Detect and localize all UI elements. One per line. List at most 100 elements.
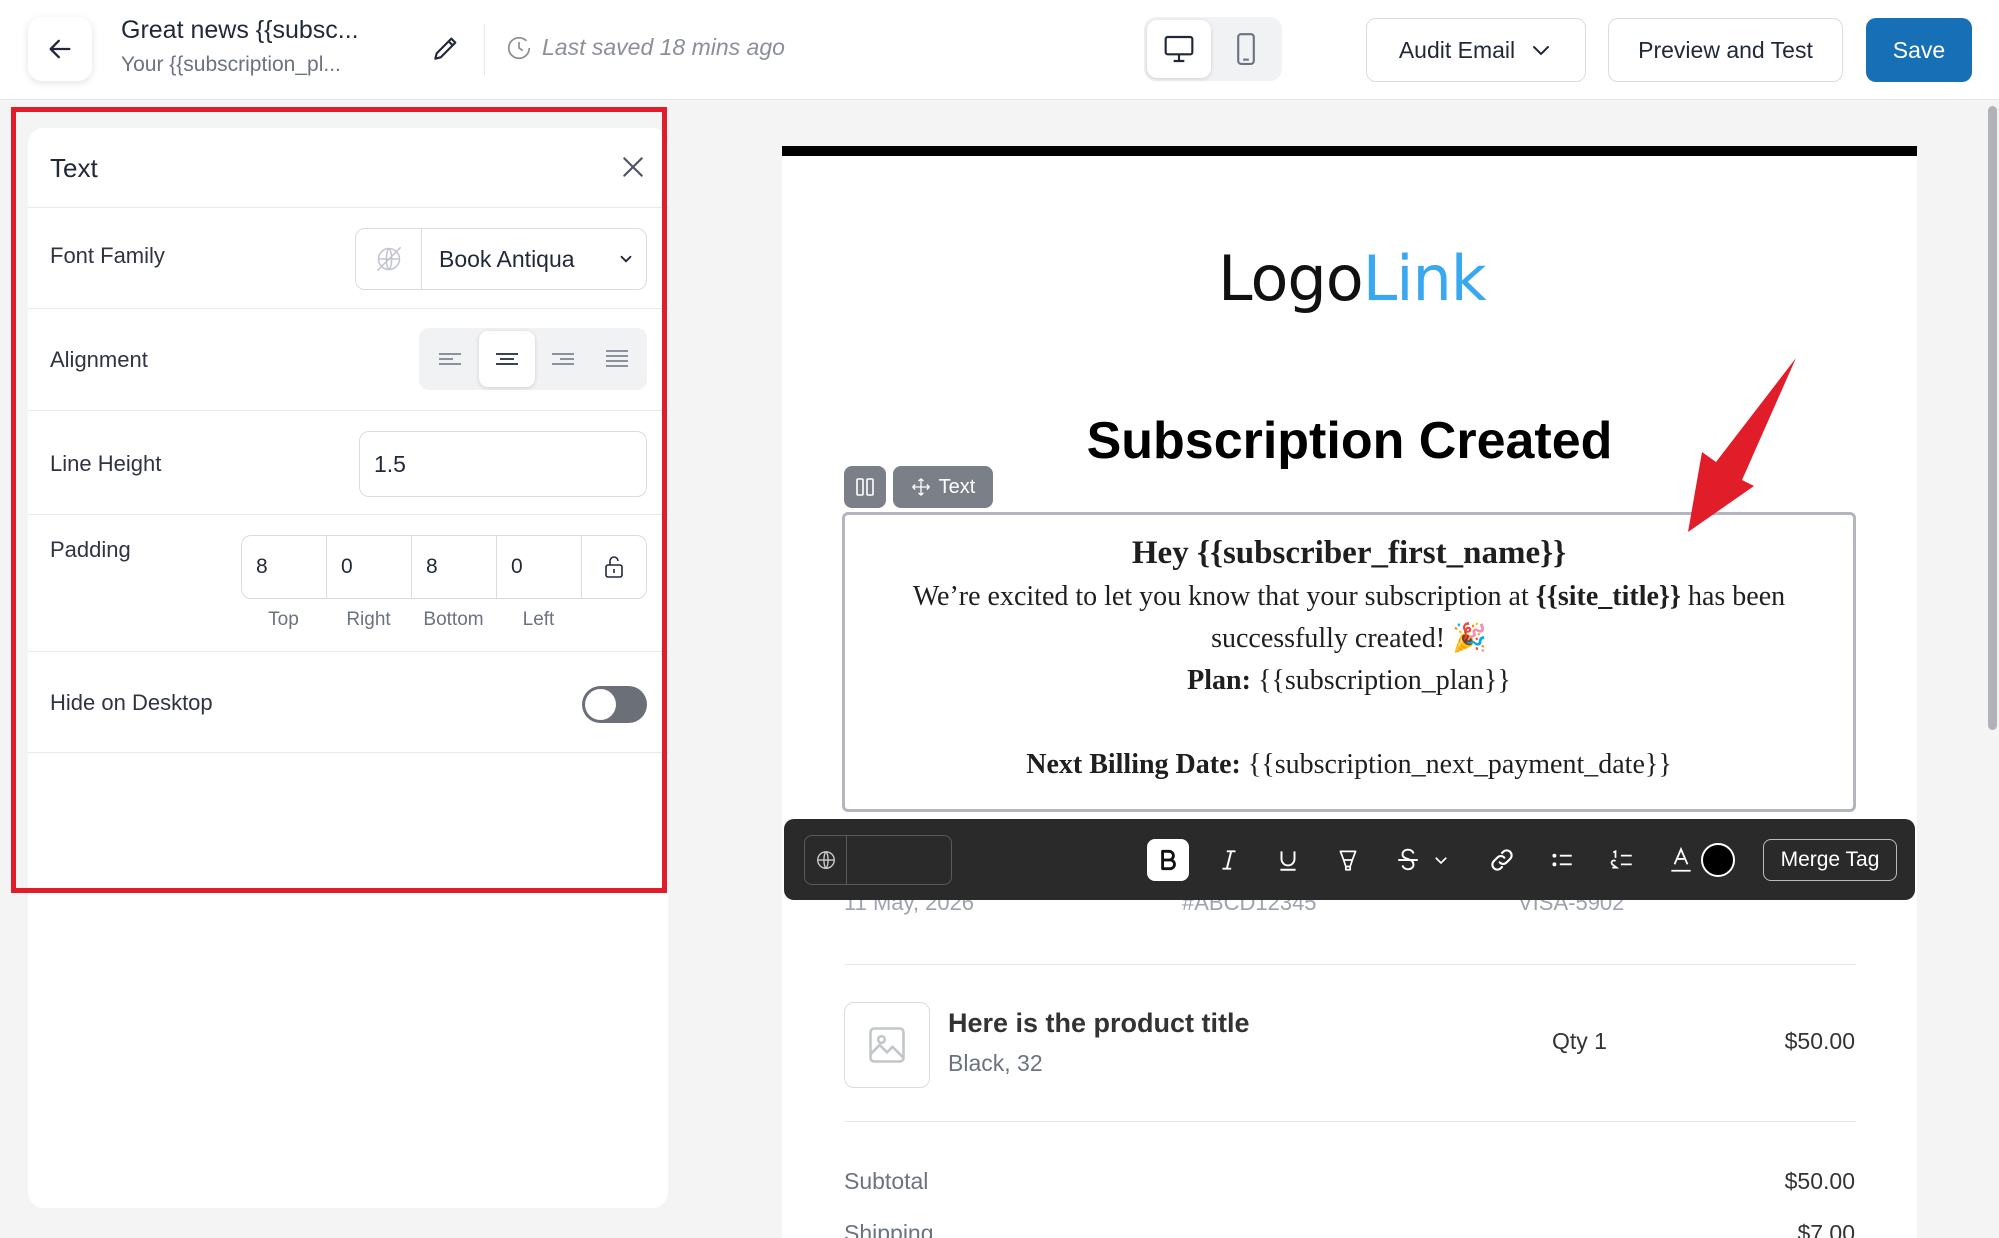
- alignment-label: Alignment: [50, 347, 148, 372]
- merge-tag-button[interactable]: Merge Tag: [1763, 839, 1897, 881]
- top-bar: Great news {{subsc... Your {{subscriptio…: [0, 0, 1999, 100]
- align-left-icon: [439, 353, 461, 365]
- audit-email-button[interactable]: Audit Email: [1366, 18, 1586, 82]
- email-preheader: Your {{subscription_pl...: [121, 53, 341, 76]
- color-swatch[interactable]: [1701, 843, 1735, 877]
- toggle-knob: [585, 689, 616, 720]
- padding-right-label: Right: [346, 609, 391, 630]
- align-center-icon: [496, 353, 518, 365]
- unlock-icon: [605, 556, 623, 578]
- product-title: Here is the product title: [948, 1008, 1250, 1038]
- globe-icon: [356, 229, 422, 289]
- email-subject: Great news {{subsc...: [121, 16, 359, 44]
- toolbar-font-select[interactable]: [804, 835, 952, 885]
- save-button[interactable]: Save: [1866, 18, 1972, 82]
- chevron-down-icon: [1533, 46, 1550, 56]
- back-button[interactable]: [28, 17, 92, 81]
- highlighter-icon: [1339, 850, 1357, 871]
- hide-desktop-label: Hide on Desktop: [50, 690, 213, 715]
- divider: [844, 1121, 1856, 1122]
- columns-icon: [856, 478, 874, 496]
- underline-icon: [1280, 851, 1296, 871]
- logo: LogoLink: [1218, 242, 1487, 315]
- line-height-label: Line Height: [50, 451, 162, 476]
- padding-labels: Top Right Bottom Left: [241, 609, 581, 631]
- scrollbar-thumb[interactable]: [1988, 106, 1997, 730]
- arrow-left-icon: [49, 39, 71, 59]
- panel-title: Text: [50, 153, 98, 183]
- shipping-label: Shipping: [844, 1220, 934, 1238]
- mobile-view-button[interactable]: [1214, 20, 1278, 78]
- padding-left-label: Left: [522, 609, 555, 630]
- product-image-placeholder: [844, 1002, 930, 1088]
- chevron-down-icon: [1435, 857, 1447, 865]
- font-family-select[interactable]: Book Antiqua: [355, 228, 647, 290]
- padding-row: Padding 8 0 8 0 Top Right Bottom Left: [28, 515, 668, 652]
- email-title-block[interactable]: Great news {{subsc... Your {{subscriptio…: [121, 16, 401, 77]
- plan-label: Plan:: [1187, 665, 1251, 696]
- product-price: $50.00: [1784, 1028, 1855, 1054]
- padding-right-input[interactable]: 0: [327, 536, 412, 598]
- padding-top-label: Top: [268, 609, 299, 630]
- mobile-icon: [1237, 33, 1255, 65]
- selected-text-block[interactable]: Hey {{subscriber_first_name}} We’re exci…: [842, 512, 1856, 812]
- italic-icon: [1222, 850, 1236, 870]
- next-billing-label: Next Billing Date:: [1026, 749, 1241, 780]
- align-center-button[interactable]: [479, 331, 535, 387]
- padding-bottom-input[interactable]: 8: [412, 536, 497, 598]
- highlight-button[interactable]: [1327, 839, 1369, 881]
- plan-line: Plan: {{subscription_plan}}: [845, 660, 1853, 702]
- desktop-view-button[interactable]: [1147, 20, 1211, 78]
- chevron-down-icon: [606, 250, 646, 268]
- save-status: Last saved 18 mins ago: [506, 34, 785, 61]
- divider: [484, 24, 485, 76]
- clock-icon: [507, 36, 531, 59]
- padding-left-input[interactable]: 0: [497, 536, 582, 598]
- bold-icon: [1161, 849, 1176, 871]
- link-icon: [1491, 849, 1513, 871]
- hide-desktop-row: Hide on Desktop: [28, 652, 668, 753]
- font-family-label: Font Family: [50, 243, 165, 268]
- product-variant: Black, 32: [948, 1050, 1043, 1076]
- close-icon[interactable]: [620, 154, 646, 180]
- padding-lock-button[interactable]: [582, 536, 646, 598]
- hide-desktop-toggle[interactable]: [582, 686, 647, 723]
- subtotal-label: Subtotal: [844, 1168, 929, 1194]
- audit-email-label: Audit Email: [1398, 36, 1516, 63]
- align-left-button[interactable]: [422, 331, 478, 387]
- font-family-value: Book Antiqua: [439, 245, 575, 272]
- body-line-1: We’re excited to let you know that your …: [845, 576, 1853, 618]
- image-icon: [869, 1027, 905, 1063]
- move-icon: [911, 478, 930, 496]
- line-height-input[interactable]: 1.5: [359, 431, 647, 497]
- padding-top-input[interactable]: 8: [242, 536, 327, 598]
- link-button[interactable]: [1481, 839, 1523, 881]
- text-format-toolbar: Merge Tag: [784, 819, 1915, 900]
- globe-icon: [805, 836, 847, 884]
- logo-text-primary: Logo: [1218, 242, 1364, 315]
- align-right-button[interactable]: [535, 331, 591, 387]
- body-intro: We’re excited to let you know that your …: [912, 581, 1536, 612]
- align-justify-button[interactable]: [589, 331, 645, 387]
- strikethrough-options-button[interactable]: [1420, 839, 1462, 881]
- numbered-list-icon: [1610, 849, 1632, 869]
- columns-button[interactable]: [844, 466, 886, 508]
- underline-button[interactable]: [1267, 839, 1309, 881]
- plan-value: {{subscription_plan}}: [1250, 665, 1511, 696]
- numbered-list-button[interactable]: [1601, 839, 1643, 881]
- bold-button[interactable]: [1147, 839, 1189, 881]
- panel-header: Text: [28, 128, 668, 208]
- save-status-text: Last saved 18 mins ago: [542, 34, 785, 60]
- pencil-icon[interactable]: [430, 32, 462, 64]
- email-canvas: LogoLink Subscription Created Text Hey {…: [782, 146, 1917, 1238]
- device-toggle: [1144, 17, 1282, 81]
- padding-inputs: 8 0 8 0: [241, 535, 647, 599]
- preview-and-test-button[interactable]: Preview and Test: [1608, 18, 1843, 82]
- text-color-button[interactable]: [1660, 839, 1702, 881]
- bullet-list-button[interactable]: [1541, 839, 1583, 881]
- italic-button[interactable]: [1208, 839, 1250, 881]
- align-justify-icon: [606, 350, 628, 367]
- line-height-row: Line Height 1.5: [28, 411, 668, 515]
- drag-text-block-handle[interactable]: Text: [893, 466, 993, 508]
- block-type-label: Text: [938, 475, 976, 498]
